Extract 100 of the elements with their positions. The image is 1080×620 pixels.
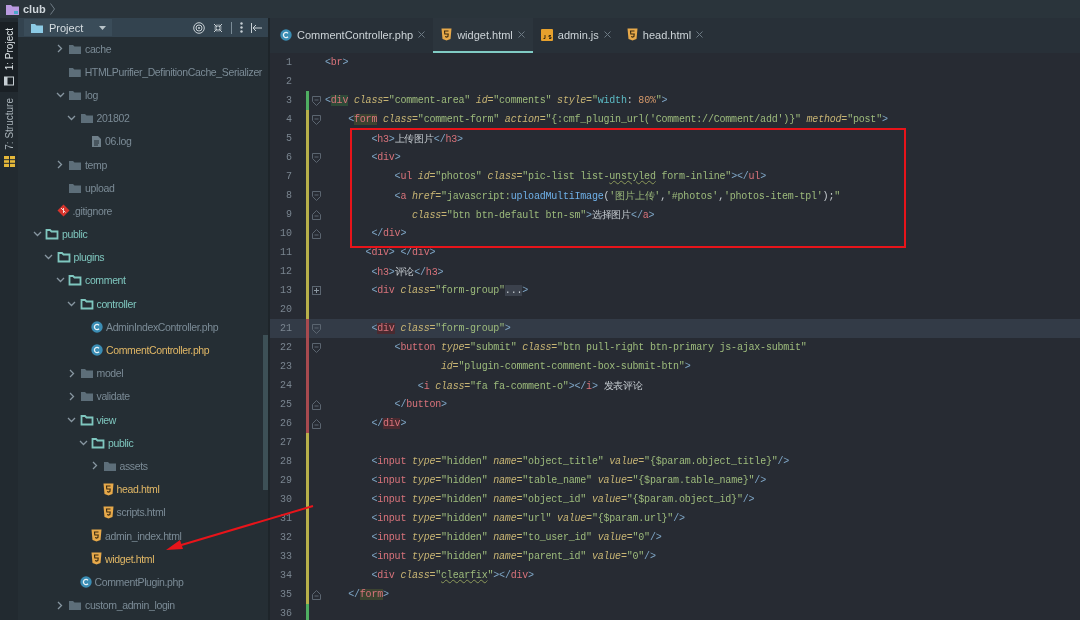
tree-item[interactable]: public	[18, 431, 262, 455]
line-number: 10	[279, 228, 292, 239]
tree-item[interactable]: CommentPlugin.php	[18, 570, 262, 594]
hide-panel-icon[interactable]	[251, 22, 262, 33]
folder-icon	[68, 88, 82, 101]
line-number: 23	[279, 361, 292, 372]
close-icon[interactable]	[696, 31, 704, 38]
tree-item[interactable]: temp	[18, 152, 262, 177]
code-line: </form>	[347, 589, 389, 600]
line-number: 25	[279, 399, 292, 410]
code-line: <h3>评论</h3>	[370, 265, 444, 279]
folder-icon	[79, 413, 94, 426]
breadcrumb-item[interactable]: club	[23, 3, 46, 15]
fold-marker-icon	[311, 418, 321, 429]
structure-icon	[3, 155, 15, 167]
html-file-icon	[626, 28, 638, 41]
tree-item[interactable]: validate	[18, 384, 262, 408]
scrollbar-thumb[interactable]	[263, 335, 268, 490]
code-line: <input type="hidden" name="url" value="{$param.url}"/>	[370, 513, 685, 524]
folder-icon	[68, 181, 82, 194]
tree-item[interactable]: view	[18, 408, 262, 432]
editor-tab[interactable]: admin.js	[532, 18, 619, 53]
line-number: 5	[285, 133, 292, 144]
html-file-icon	[91, 552, 102, 566]
code-line: <input type="hidden" name="parent_id" value="0"/>	[370, 551, 656, 562]
tree-item[interactable]: model	[18, 361, 262, 385]
line-number: 7	[285, 171, 292, 182]
fold-marker-icon	[311, 228, 321, 239]
tool-window-tab[interactable]: 7: Structure	[0, 92, 18, 173]
line-number: 13	[279, 285, 292, 296]
line-number: 20	[279, 304, 292, 315]
folder-icon	[79, 367, 94, 380]
view-selector[interactable]: Project	[24, 19, 112, 36]
tree-item[interactable]: 06.log	[18, 129, 262, 153]
fold-marker-icon	[311, 190, 321, 201]
tree-item[interactable]: log	[18, 83, 262, 107]
folder-icon	[79, 390, 94, 403]
editor-tab[interactable]: head.html	[618, 18, 712, 53]
folder-icon	[30, 21, 44, 34]
tree-item[interactable]: upload	[18, 176, 262, 200]
line-number: 35	[279, 589, 292, 600]
fold-marker-icon	[311, 209, 321, 220]
tree-item[interactable]: cache	[18, 37, 262, 61]
tree-item[interactable]: widget.html	[18, 547, 262, 571]
line-number: 9	[285, 209, 292, 220]
tree-item[interactable]: plugins	[18, 245, 262, 269]
code-line: <div class="form-group">	[370, 323, 511, 334]
code-line: <h3>上传图片</h3>	[370, 132, 463, 146]
code-line: </div>	[370, 228, 407, 239]
class-icon	[91, 320, 103, 333]
folder-icon	[68, 274, 82, 287]
folder-icon	[91, 436, 105, 449]
folder-icon	[67, 65, 82, 78]
line-number: 12	[279, 266, 292, 277]
code-line: class="btn btn-default btn-sm">选择图片</a>	[411, 208, 655, 222]
caret-down-icon	[99, 25, 106, 30]
class-icon	[91, 344, 103, 357]
class-icon	[280, 28, 292, 41]
code-line: <div class="clearfix"></div>	[370, 570, 534, 581]
code-line: <ul id="photos" class="pic-list list-unstyled form-inline"></ul>	[393, 171, 766, 182]
tree-item[interactable]: 201802	[18, 106, 262, 130]
line-number: 32	[279, 532, 292, 543]
tree-item[interactable]: controller	[18, 292, 262, 316]
line-number: 36	[279, 608, 292, 619]
close-icon[interactable]	[418, 31, 426, 38]
fold-marker-icon	[311, 95, 321, 106]
tree-item[interactable]: assets	[18, 454, 262, 478]
code-line: </div>	[370, 418, 407, 429]
code-line: <input type="hidden" name="to_user_id" value="0"/>	[370, 532, 662, 543]
document-icon	[91, 134, 102, 148]
tool-window-tab[interactable]: 1: Project	[0, 22, 18, 93]
code-line: <input type="hidden" name="object_id" value="{$param.object_id}"/>	[370, 494, 755, 505]
more-icon[interactable]	[240, 22, 243, 33]
tree-item[interactable]: comment	[18, 268, 262, 293]
tree-item[interactable]: AdminIndexController.php	[18, 315, 262, 339]
tree-item[interactable]: scripts.html	[18, 500, 262, 524]
html-file-icon	[91, 529, 102, 543]
tree-item[interactable]: public	[18, 222, 262, 246]
close-icon[interactable]	[517, 31, 525, 38]
tree-item[interactable]: HTMLPurifier_DefinitionCache_Serializer	[18, 60, 262, 84]
tree-item[interactable]: .gitignore	[18, 199, 262, 223]
line-number: 11	[279, 247, 292, 258]
folder-icon	[102, 459, 117, 472]
tree-item[interactable]: CommentController.php	[18, 338, 262, 362]
line-number: 28	[279, 456, 292, 467]
line-number: 6	[285, 152, 292, 163]
expand-fold-icon	[311, 286, 321, 295]
line-number: 8	[285, 190, 292, 201]
code-line: id="plugin-comment-comment-box-submit-btn">	[440, 361, 691, 372]
target-icon[interactable]	[193, 21, 205, 34]
tree-item[interactable]: admin_index.html	[18, 523, 262, 548]
collapse-icon[interactable]	[213, 22, 223, 33]
line-number: 2	[285, 76, 292, 87]
window-icon	[4, 76, 14, 87]
code-line: <div class="form-group"...>	[370, 285, 529, 296]
close-icon[interactable]	[603, 31, 611, 38]
editor-tab[interactable]: CommentController.php	[272, 18, 434, 53]
tree-item[interactable]: head.html	[18, 477, 262, 501]
tree-item[interactable]: custom_admin_login	[18, 593, 262, 617]
editor-tab[interactable]: widget.html	[433, 18, 533, 53]
